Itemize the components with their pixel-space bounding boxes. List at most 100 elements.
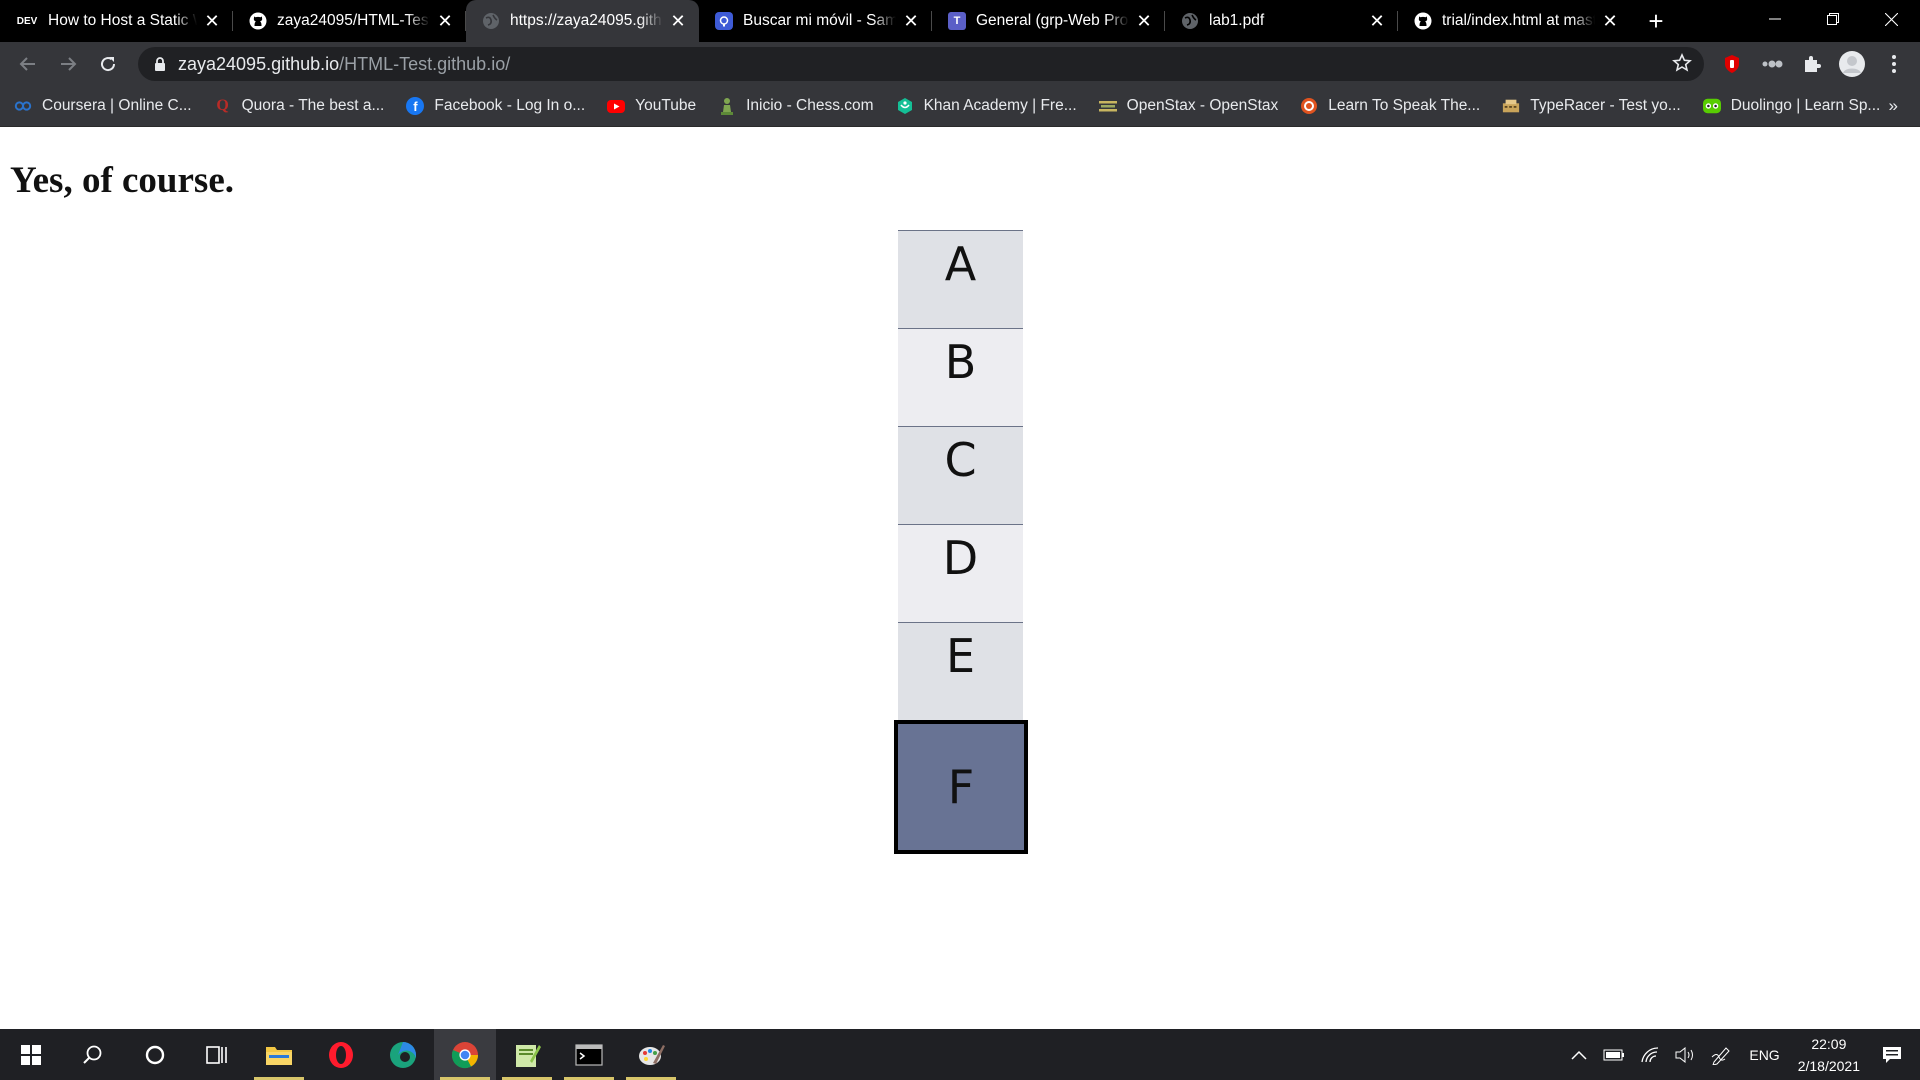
taskbar-file-explorer[interactable] bbox=[248, 1029, 310, 1080]
bookmark-youtube[interactable]: YouTube bbox=[607, 97, 696, 115]
close-window-icon[interactable] bbox=[1862, 0, 1920, 38]
search-button[interactable] bbox=[62, 1029, 124, 1080]
file-explorer-icon bbox=[266, 1046, 292, 1065]
more-bookmarks-chevron-icon[interactable]: » bbox=[1889, 96, 1898, 116]
taskbar-terminal[interactable] bbox=[558, 1029, 620, 1080]
forward-button[interactable] bbox=[48, 42, 88, 86]
bookmark-quora[interactable]: Q Quora - The best a... bbox=[214, 97, 385, 115]
window-controls bbox=[1746, 0, 1920, 42]
tab-github-trial[interactable]: trial/index.html at master ✕ bbox=[1398, 0, 1631, 42]
minimize-icon[interactable] bbox=[1746, 0, 1804, 38]
reload-icon bbox=[101, 57, 116, 72]
tab-github-html-test[interactable]: zaya24095/HTML-Test.gith ✕ bbox=[233, 0, 466, 42]
cortana-button[interactable] bbox=[124, 1029, 186, 1080]
url-host: zaya24095.github.io bbox=[178, 53, 340, 74]
bookmark-chess[interactable]: Inicio - Chess.com bbox=[718, 97, 874, 115]
list-item-b[interactable]: B bbox=[898, 328, 1023, 426]
menu-kebab-icon[interactable] bbox=[1876, 42, 1912, 86]
start-button[interactable] bbox=[0, 1029, 62, 1080]
notifications-icon[interactable] bbox=[1882, 1045, 1902, 1065]
list-item-c[interactable]: C bbox=[898, 426, 1023, 524]
bookmark-duolingo[interactable]: Duolingo | Learn Sp... bbox=[1702, 97, 1881, 115]
url-text[interactable]: zaya24095.github.io/HTML-Test.github.io/ bbox=[178, 54, 510, 75]
bookmark-label: Khan Academy | Fre... bbox=[923, 97, 1077, 114]
list-item-a[interactable]: A bbox=[898, 230, 1023, 328]
tab-dev-article[interactable]: DEV How to Host a Static W ✕ bbox=[0, 0, 233, 42]
close-icon[interactable]: ✕ bbox=[669, 11, 687, 31]
page-heading: Yes, of course. bbox=[10, 160, 235, 201]
bookmark-coursera[interactable]: Coursera | Online C... bbox=[14, 97, 192, 115]
khan-icon bbox=[896, 97, 914, 115]
task-view-icon bbox=[206, 1045, 227, 1064]
tab-lab1-pdf[interactable]: lab1.pdf ✕ bbox=[1165, 0, 1398, 42]
dev-icon: DEV bbox=[16, 12, 38, 30]
duolingo-icon bbox=[1702, 97, 1721, 115]
chess-icon bbox=[718, 97, 736, 115]
restore-icon[interactable] bbox=[1804, 0, 1862, 38]
reload-button[interactable] bbox=[88, 42, 128, 86]
terminal-icon bbox=[575, 1043, 603, 1066]
bookmark-label: Duolingo | Learn Sp... bbox=[1730, 97, 1881, 114]
bookmark-star-icon[interactable] bbox=[1672, 53, 1692, 79]
facebook-icon: f bbox=[406, 97, 425, 115]
bookmark-typeracer[interactable]: TypeRacer - Test yo... bbox=[1502, 97, 1681, 115]
wifi-icon[interactable] bbox=[1641, 1046, 1659, 1063]
media-extension-icon[interactable] bbox=[1754, 42, 1790, 86]
bookmark-label: Coursera | Online C... bbox=[42, 97, 192, 114]
language-indicator[interactable]: ENG bbox=[1749, 1047, 1779, 1063]
bookmark-label: Quora - The best a... bbox=[241, 97, 385, 114]
extensions-puzzle-icon[interactable] bbox=[1794, 42, 1830, 86]
address-bar[interactable]: zaya24095.github.io/HTML-Test.github.io/ bbox=[138, 47, 1704, 81]
tab-strip: DEV How to Host a Static W ✕ zaya24095/H… bbox=[0, 0, 1920, 42]
bookmark-label: OpenStax - OpenStax bbox=[1126, 97, 1279, 114]
close-icon[interactable]: ✕ bbox=[902, 11, 920, 31]
cortana-circle-icon bbox=[145, 1045, 165, 1064]
close-icon[interactable]: ✕ bbox=[436, 11, 454, 31]
tab-title: trial/index.html at master bbox=[1442, 12, 1595, 29]
github-icon bbox=[1414, 12, 1432, 30]
profile-avatar-icon[interactable] bbox=[1834, 42, 1870, 86]
tab-list: DEV How to Host a Static W ✕ zaya24095/H… bbox=[0, 0, 1631, 42]
task-view-button[interactable] bbox=[186, 1029, 248, 1080]
tab-teams-general[interactable]: T General (grp-Web Prog ✕ bbox=[932, 0, 1165, 42]
close-icon[interactable]: ✕ bbox=[203, 11, 221, 31]
search-icon bbox=[83, 1045, 102, 1064]
tab-title: How to Host a Static W bbox=[48, 12, 197, 29]
taskbar-paint[interactable] bbox=[620, 1029, 682, 1080]
volume-icon[interactable] bbox=[1675, 1046, 1695, 1063]
bookmark-khan-academy[interactable]: Khan Academy | Fre... bbox=[896, 97, 1077, 115]
windows-logo-icon bbox=[21, 1044, 41, 1065]
taskbar-notepad-plus[interactable] bbox=[496, 1029, 558, 1080]
opera-icon bbox=[329, 1041, 353, 1068]
lock-icon[interactable] bbox=[152, 56, 168, 72]
tab-samsung-find[interactable]: Buscar mi móvil - Samsung ✕ bbox=[699, 0, 932, 42]
taskbar-edge[interactable] bbox=[372, 1029, 434, 1080]
new-tab-button[interactable]: + bbox=[1635, 0, 1677, 42]
close-icon[interactable]: ✕ bbox=[1368, 11, 1386, 31]
bookmark-learn-to-speak[interactable]: Learn To Speak The... bbox=[1300, 97, 1480, 115]
tab-title: General (grp-Web Prog bbox=[976, 12, 1129, 29]
close-icon[interactable]: ✕ bbox=[1601, 11, 1619, 31]
close-icon[interactable]: ✕ bbox=[1135, 11, 1153, 31]
taskbar-chrome[interactable] bbox=[434, 1029, 496, 1080]
bookmark-openstax[interactable]: OpenStax - OpenStax bbox=[1098, 97, 1279, 115]
back-button[interactable] bbox=[8, 42, 48, 86]
list-item-e[interactable]: E bbox=[898, 622, 1023, 720]
list-item-d[interactable]: D bbox=[898, 524, 1023, 622]
pen-icon[interactable] bbox=[1711, 1045, 1733, 1065]
battery-icon[interactable] bbox=[1603, 1049, 1625, 1061]
tab-current-page[interactable]: https://zaya24095.github.io ✕ bbox=[466, 0, 699, 42]
youtube-icon bbox=[607, 97, 626, 115]
taskbar-opera[interactable] bbox=[310, 1029, 372, 1080]
chevron-up-icon[interactable] bbox=[1571, 1050, 1587, 1060]
bookmark-label: YouTube bbox=[635, 97, 697, 114]
bookmark-label: Inicio - Chess.com bbox=[746, 97, 874, 114]
list-item-f-selected[interactable]: F bbox=[894, 720, 1028, 854]
arrow-left-icon bbox=[19, 57, 35, 71]
clock-date: 2/18/2021 bbox=[1797, 1057, 1860, 1074]
tab-title: https://zaya24095.github.io bbox=[510, 12, 663, 29]
clock[interactable]: 22:09 2/18/2021 bbox=[1798, 1033, 1860, 1077]
bookmark-facebook[interactable]: f Facebook - Log In o... bbox=[406, 97, 585, 115]
ublock-extension-icon[interactable] bbox=[1714, 42, 1750, 86]
samsung-find-icon bbox=[715, 12, 733, 30]
